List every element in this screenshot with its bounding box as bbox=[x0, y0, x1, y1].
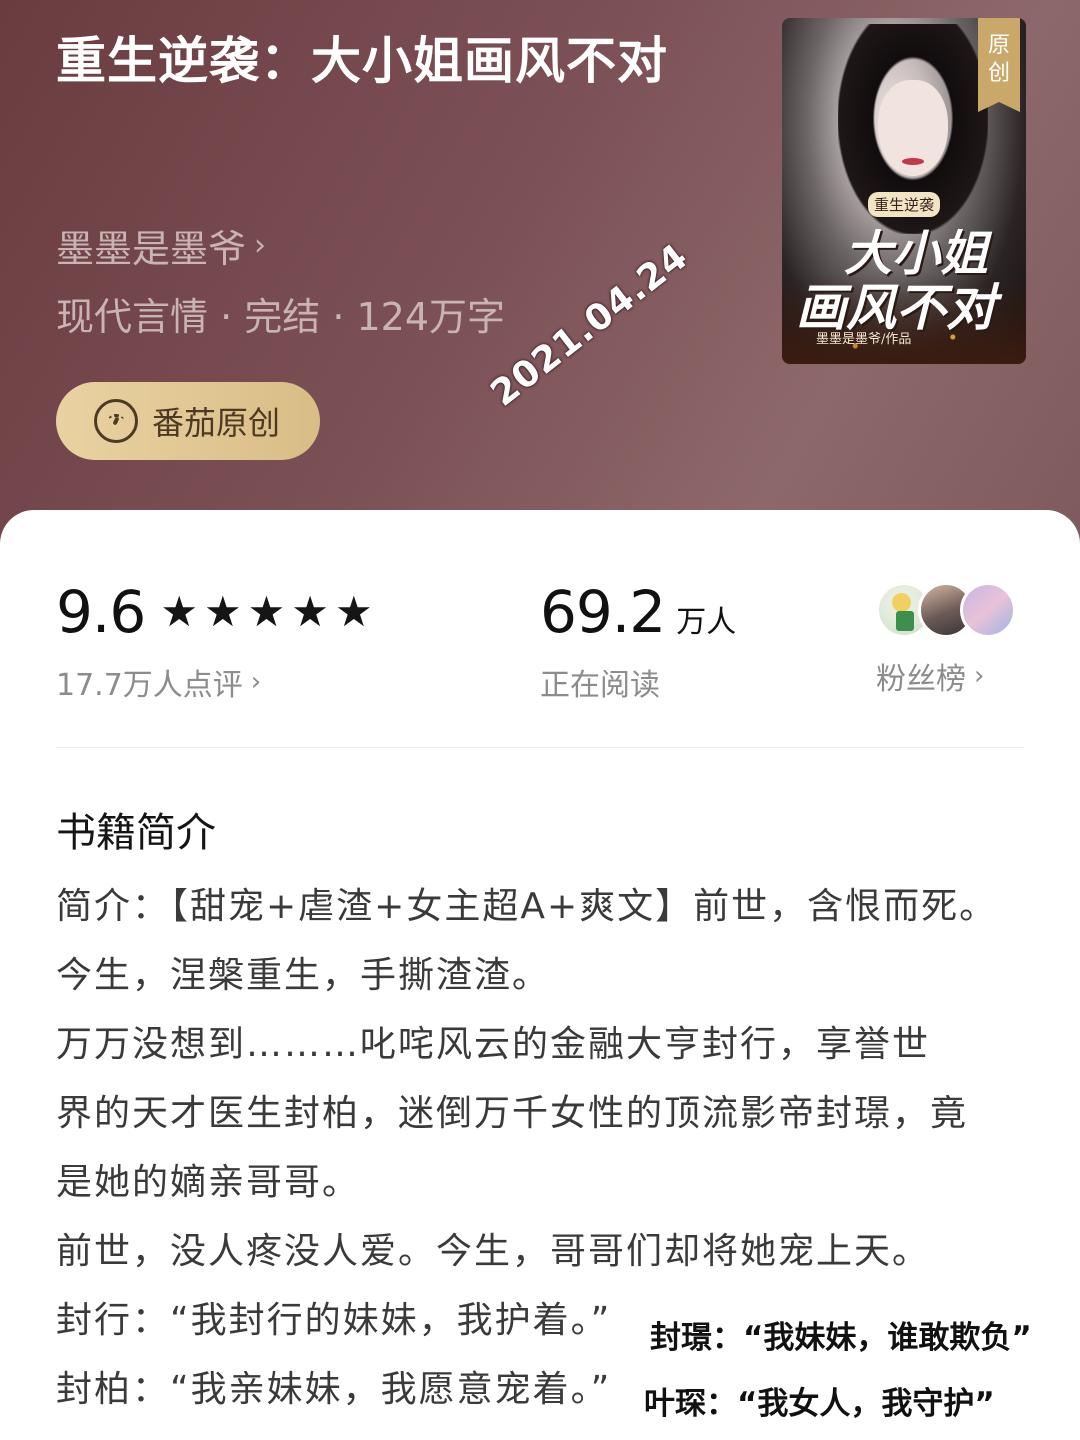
chevron-right-icon: › bbox=[254, 228, 267, 263]
fanqie-original-badge[interactable]: 番茄原创 bbox=[56, 382, 320, 460]
rating-count: 17.7万人点评 bbox=[56, 668, 243, 703]
chevron-right-icon: › bbox=[974, 661, 985, 691]
readers-value: 69.2 bbox=[540, 578, 666, 646]
cover-lips bbox=[902, 158, 924, 165]
fans-label: 粉丝榜 bbox=[876, 662, 966, 697]
book-meta: 现代言情 · 完结 · 124万字 bbox=[56, 295, 506, 339]
intro-line: 是她的嫡亲哥哥。 bbox=[56, 1162, 361, 1203]
readers-label: 正在阅读 bbox=[540, 668, 660, 703]
section-title: 书籍简介 bbox=[56, 810, 216, 856]
book-header: 重生逆袭：大小姐画风不对 墨墨是墨爷 › 现代言情 · 完结 · 124万字 番… bbox=[0, 0, 1080, 560]
author-link[interactable]: 墨墨是墨爷 › bbox=[56, 218, 266, 273]
intro-line: 今生，涅槃重生，手撕渣渣。 bbox=[56, 955, 551, 996]
tomato-icon bbox=[94, 399, 138, 443]
fans-stat[interactable]: 粉丝榜 › bbox=[876, 578, 1016, 698]
original-ribbon: 原 创 bbox=[978, 18, 1020, 112]
readers-stat: 69.2 万人 正在阅读 bbox=[540, 578, 736, 704]
book-title: 重生逆袭：大小姐画风不对 bbox=[56, 32, 668, 90]
divider bbox=[56, 747, 1024, 748]
rating-stat: 9.6 ★★★★★ 17.7万人点评 › bbox=[56, 578, 379, 704]
book-cover[interactable]: 原 创 重生逆袭 大小姐 画风不对 墨墨是墨爷/作品 bbox=[782, 18, 1026, 364]
ribbon-char-1: 原 bbox=[987, 33, 1010, 58]
overlay-caption-1: 封璟：“我妹妹，谁敢欺负” bbox=[650, 1320, 1032, 1356]
date-stamp: 2021.04.24 bbox=[483, 235, 696, 415]
badge-label: 番茄原创 bbox=[152, 404, 281, 442]
avatar bbox=[960, 582, 1016, 638]
readers-unit: 万人 bbox=[676, 605, 737, 640]
rating-count-link[interactable]: 17.7万人点评 › bbox=[56, 660, 379, 704]
chevron-right-icon: › bbox=[250, 667, 262, 697]
rating-value: 9.6 bbox=[56, 578, 146, 646]
fan-avatars bbox=[876, 580, 1016, 640]
intro-line: 简介：【甜宠+虐渣+女主超A+爽文】前世，含恨而死。 bbox=[56, 886, 998, 927]
cover-credit: 墨墨是墨爷/作品 bbox=[816, 332, 912, 347]
star-rating-icon: ★★★★★ bbox=[160, 587, 379, 636]
ribbon-char-2: 创 bbox=[987, 61, 1010, 86]
author-name: 墨墨是墨爷 bbox=[56, 227, 247, 271]
detail-card: 9.6 ★★★★★ 17.7万人点评 › 69.2 万人 正在阅读 粉丝榜 › … bbox=[0, 510, 1080, 1440]
intro-line: 前世，没人疼没人爱。今生，哥哥们却将她宠上天。 bbox=[56, 1231, 931, 1272]
intro-line: 万万没想到………叱咤风云的金融大亨封行，享誉世 bbox=[56, 1024, 931, 1065]
fans-rank-link[interactable]: 粉丝榜 › bbox=[876, 654, 1002, 698]
overlay-caption-2: 叶琛：“我女人，我守护” bbox=[644, 1386, 995, 1422]
intro-line: 界的天才医生封柏，迷倒万千女性的顶流影帝封璟，竟 bbox=[56, 1093, 969, 1134]
